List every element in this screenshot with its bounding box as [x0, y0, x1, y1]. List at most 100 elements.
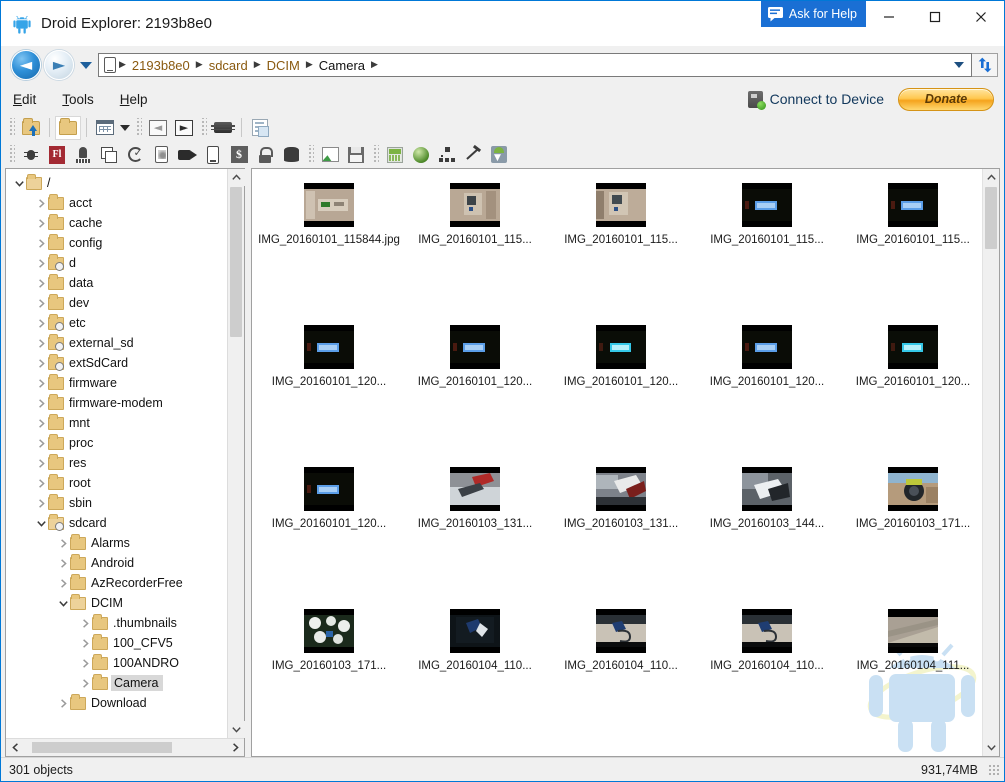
menu-tools[interactable]: Tools: [62, 92, 94, 107]
toolbar-grip[interactable]: [135, 118, 142, 137]
shell-button[interactable]: $: [226, 143, 252, 167]
tree-node[interactable]: sdcard: [6, 513, 227, 533]
apk-manager-button[interactable]: [382, 143, 408, 167]
tree-node[interactable]: Camera: [6, 673, 227, 693]
files-scroll-down-button[interactable]: [983, 739, 999, 756]
file-item[interactable]: IMG_20160101_115...: [402, 179, 548, 321]
chevron-right-icon[interactable]: [34, 413, 48, 433]
tree-node[interactable]: .thumbnails: [6, 613, 227, 633]
tree-vertical-scrollbar[interactable]: [227, 169, 245, 738]
toolbar-grip[interactable]: [307, 145, 314, 164]
forward-button[interactable]: ►: [44, 50, 74, 80]
screen-capture-button[interactable]: [148, 143, 174, 167]
tree-hscroll-thumb[interactable]: [32, 742, 172, 753]
tree-node[interactable]: acct: [6, 193, 227, 213]
history-dropdown-button[interactable]: [77, 50, 95, 80]
build-button[interactable]: [460, 143, 486, 167]
device-info-button[interactable]: [200, 143, 226, 167]
chevron-right-icon[interactable]: [34, 473, 48, 493]
database-button[interactable]: [278, 143, 304, 167]
chevron-right-icon[interactable]: [34, 193, 48, 213]
tree-node[interactable]: res: [6, 453, 227, 473]
chevron-right-icon[interactable]: [78, 613, 92, 633]
tree-node[interactable]: Android: [6, 553, 227, 573]
close-button[interactable]: [958, 1, 1004, 33]
toolbar-grip[interactable]: [8, 145, 15, 164]
file-item[interactable]: IMG_20160101_120...: [256, 321, 402, 463]
chevron-right-icon[interactable]: [34, 313, 48, 333]
tree-scroll-right-button[interactable]: [226, 739, 244, 757]
chevron-right-icon[interactable]: [56, 533, 70, 553]
menu-help[interactable]: Help: [120, 92, 148, 107]
chevron-right-icon[interactable]: [34, 253, 48, 273]
tree-node[interactable]: data: [6, 273, 227, 293]
breadcrumb-item-sdcard[interactable]: sdcard: [204, 58, 253, 73]
file-thumbnail-grid[interactable]: IMG_20160101_115844.jpg IMG_20160101_115.…: [252, 169, 982, 756]
toolbar-grip[interactable]: [8, 118, 15, 137]
bug-button[interactable]: [18, 143, 44, 167]
chevron-right-icon[interactable]: [34, 273, 48, 293]
chevron-down-icon[interactable]: [12, 173, 26, 193]
tree-node[interactable]: mnt: [6, 413, 227, 433]
files-vertical-scrollbar[interactable]: [982, 169, 999, 756]
chevron-right-icon[interactable]: [56, 553, 70, 573]
history-back-button[interactable]: ◄: [145, 116, 171, 140]
file-item[interactable]: IMG_20160103_131...: [402, 463, 548, 605]
tree-horizontal-scrollbar[interactable]: [6, 738, 244, 756]
view-mode-button[interactable]: [92, 116, 118, 140]
file-item[interactable]: IMG_20160101_115...: [694, 179, 840, 321]
tree-node[interactable]: cache: [6, 213, 227, 233]
tree-node[interactable]: 100_CFV5: [6, 633, 227, 653]
tree-node[interactable]: dev: [6, 293, 227, 313]
breadcrumb-item-dcim[interactable]: DCIM: [262, 58, 305, 73]
new-folder-button[interactable]: [55, 115, 81, 140]
tree-node[interactable]: Download: [6, 693, 227, 713]
connect-to-device-button[interactable]: Connect to Device: [747, 90, 884, 110]
chevron-right-icon[interactable]: [34, 213, 48, 233]
file-item[interactable]: IMG_20160103_171...: [840, 463, 982, 605]
tree-node[interactable]: DCIM: [6, 593, 227, 613]
toolbar-grip[interactable]: [200, 118, 207, 137]
tree-node[interactable]: firmware-modem: [6, 393, 227, 413]
breadcrumb-item-camera[interactable]: Camera: [314, 58, 370, 73]
network-button[interactable]: [434, 143, 460, 167]
tree-node[interactable]: 100ANDRO: [6, 653, 227, 673]
tree-node[interactable]: sbin: [6, 493, 227, 513]
chevron-right-icon[interactable]: [56, 573, 70, 593]
file-item[interactable]: IMG_20160103_171...: [256, 605, 402, 747]
tree-node[interactable]: config: [6, 233, 227, 253]
save-image-button[interactable]: [343, 143, 369, 167]
tree-node[interactable]: extSdCard: [6, 353, 227, 373]
chevron-down-icon[interactable]: [34, 513, 48, 533]
chevron-right-icon[interactable]: [34, 453, 48, 473]
back-button[interactable]: ◄: [11, 50, 41, 80]
tree-scroll-up-button[interactable]: [227, 169, 245, 186]
chevron-right-icon[interactable]: [78, 633, 92, 653]
bug-report-button[interactable]: [247, 116, 273, 140]
tree-node[interactable]: etc: [6, 313, 227, 333]
tree-node[interactable]: d: [6, 253, 227, 273]
tree-node[interactable]: AzRecorderFree: [6, 573, 227, 593]
file-item[interactable]: IMG_20160101_115...: [548, 179, 694, 321]
file-item[interactable]: IMG_20160104_110...: [402, 605, 548, 747]
menu-edit[interactable]: Edit: [13, 92, 36, 107]
tree-node[interactable]: Alarms: [6, 533, 227, 553]
file-item[interactable]: IMG_20160101_120...: [694, 321, 840, 463]
adb-download-button[interactable]: [486, 143, 512, 167]
chevron-right-icon[interactable]: [34, 293, 48, 313]
file-item[interactable]: IMG_20160103_144...: [694, 463, 840, 605]
flash-button[interactable]: Fl: [44, 143, 70, 167]
minimize-button[interactable]: [866, 1, 912, 33]
chevron-right-icon[interactable]: [34, 353, 48, 373]
chevron-right-icon[interactable]: [34, 433, 48, 453]
toolbar-grip[interactable]: [372, 145, 379, 164]
chevron-right-icon[interactable]: [34, 333, 48, 353]
chevron-down-icon[interactable]: [56, 593, 70, 613]
chevron-right-icon[interactable]: [34, 373, 48, 393]
tree-scroll-left-button[interactable]: [6, 739, 24, 757]
chevron-right-icon[interactable]: [34, 393, 48, 413]
files-scroll-up-button[interactable]: [983, 169, 999, 186]
breadcrumb-item-device[interactable]: 2193b8e0: [127, 58, 195, 73]
file-item[interactable]: IMG_20160101_115844.jpg: [256, 179, 402, 321]
tree-scroll-thumb[interactable]: [230, 187, 242, 337]
